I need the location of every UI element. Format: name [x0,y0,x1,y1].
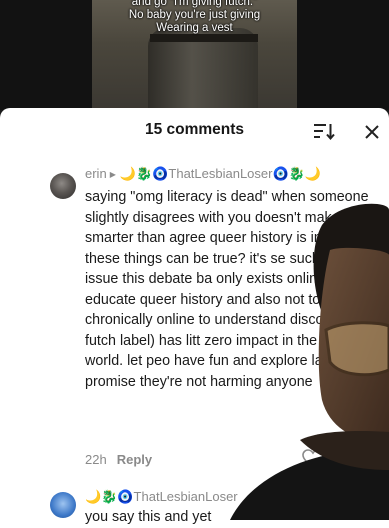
comment-text: saying "omg literacy is dead" when someo… [85,189,380,390]
comment-time: 22h [85,452,107,467]
username[interactable]: erin [85,166,107,181]
caption-line: No baby you're just giving [128,9,261,21]
comment-meta: 22h Reply [85,452,152,467]
video-belt [150,34,258,42]
reply-arrow-icon: ▶ [109,170,116,179]
video-caption: and go "i'm giving futch." No baby you'r… [92,0,297,35]
avatar[interactable] [50,173,76,199]
comment-text: you say this and yet [85,509,212,525]
username[interactable]: 🌙🐉🧿ThatLesbianLoser [85,489,238,505]
like-heart-icon[interactable] [302,449,324,469]
comments-header: 15 comments [0,108,389,152]
caption-line: and go "i'm giving futch." [131,0,258,8]
reply-to-username[interactable]: 🌙🐉🧿ThatLesbianLoser🧿🐉🌙 [120,166,321,181]
avatar[interactable] [50,492,76,518]
reply-button[interactable]: Reply [117,452,152,467]
close-icon[interactable] [362,122,382,142]
caption-line: Wearing a vest [156,22,233,34]
comment-header: erin ▶ 🌙🐉🧿ThatLesbianLoser🧿🐉🌙 [85,166,321,182]
sort-icon[interactable] [312,121,336,141]
comments-sheet: 15 comments erin ▶ 🌙🐉🧿ThatLesbianLoser🧿🐉🌙 … [0,108,389,528]
video-preview[interactable]: and go "i'm giving futch." No baby you'r… [0,0,389,110]
